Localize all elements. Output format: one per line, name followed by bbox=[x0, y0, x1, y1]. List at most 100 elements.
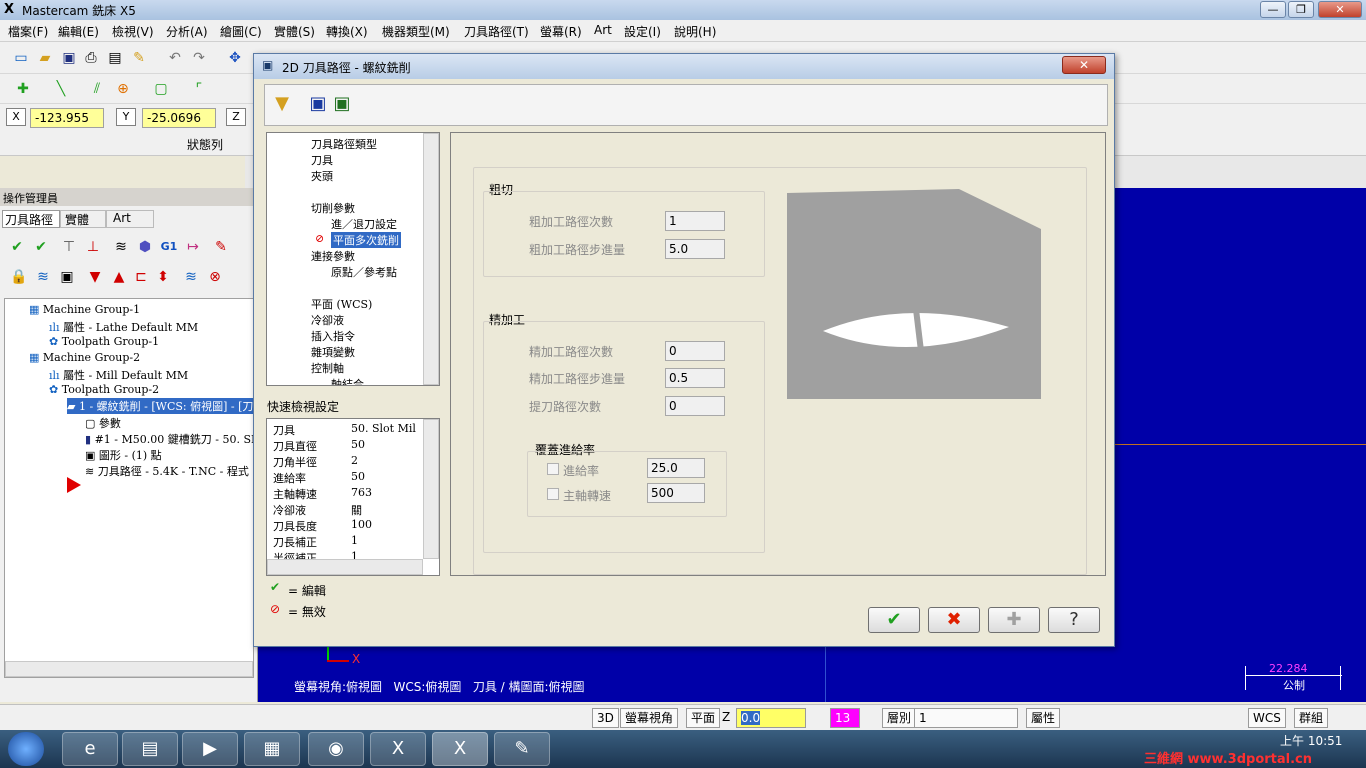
groups-button[interactable]: 群組 bbox=[1294, 708, 1329, 728]
param-lead-in-out[interactable]: 進／退刀設定 bbox=[331, 216, 397, 232]
point-icon[interactable]: ✚ bbox=[14, 80, 32, 98]
y-button[interactable]: Y bbox=[116, 108, 136, 126]
wcs-button[interactable]: WCS bbox=[1248, 708, 1286, 728]
param-planes[interactable]: 平面 (WCS) bbox=[311, 296, 372, 312]
explorer-icon[interactable]: ▤ bbox=[122, 732, 178, 766]
menu-settings[interactable]: 設定(I) bbox=[624, 23, 661, 40]
color-button[interactable]: 13 bbox=[830, 708, 860, 728]
level-input[interactable]: 1 bbox=[914, 708, 1018, 728]
regen-dirty-icon[interactable]: ⊥ bbox=[84, 238, 102, 256]
print-icon[interactable]: ⎙ bbox=[82, 49, 100, 67]
quick-view-hscrollbar[interactable] bbox=[267, 559, 423, 575]
paint-icon[interactable]: ▦ bbox=[244, 732, 300, 766]
tab-solids[interactable]: 實體 bbox=[60, 210, 106, 228]
tree-geometry[interactable]: ▣ 圖形 - (1) 點 bbox=[85, 447, 162, 463]
param-toolpath-type[interactable]: 刀具路徑類型 bbox=[311, 136, 377, 152]
menu-toolpaths[interactable]: 刀具路徑(T) bbox=[464, 23, 529, 40]
tree-hscrollbar[interactable] bbox=[5, 661, 253, 677]
select-all-icon[interactable]: ✔ bbox=[8, 238, 26, 256]
menu-transform[interactable]: 轉換(X) bbox=[326, 23, 368, 40]
circle-icon[interactable]: ⊕ bbox=[114, 80, 132, 98]
param-misc-values[interactable]: 雜項變數 bbox=[311, 344, 355, 360]
lift-passes-input[interactable]: 0 bbox=[665, 396, 725, 416]
post-icon[interactable]: G1 bbox=[160, 238, 178, 256]
y-input[interactable]: -25.0696 bbox=[142, 108, 216, 128]
wave-icon[interactable]: ≋ bbox=[34, 268, 52, 286]
param-home-ref[interactable]: 原點／參考點 bbox=[331, 264, 397, 280]
tab-art[interactable]: Art bbox=[106, 210, 154, 228]
tree-props-lathe[interactable]: ılı 屬性 - Lathe Default MM bbox=[49, 319, 198, 335]
tool-icon[interactable]: ▼ bbox=[273, 95, 291, 113]
param-tool[interactable]: 刀具 bbox=[311, 152, 333, 168]
z-depth-input[interactable]: 0.0 bbox=[736, 708, 806, 728]
tab-toolpaths[interactable]: 刀具路徑 bbox=[2, 210, 60, 228]
finish-step-input[interactable]: 0.5 bbox=[665, 368, 725, 388]
save-icon[interactable]: ▣ bbox=[309, 95, 327, 113]
menu-screen[interactable]: 螢幕(R) bbox=[540, 23, 582, 40]
tree-toolpath-file[interactable]: ≋ 刀具路徑 - 5.4K - T.NC - 程式 bbox=[85, 463, 249, 479]
tree-tool[interactable]: ▮ #1 - M50.00 鍵槽銑刀 - 50. SL bbox=[85, 431, 258, 447]
param-linking[interactable]: 連接參數 bbox=[311, 248, 355, 264]
tree-toolpath-group-1[interactable]: ✿ Toolpath Group-1 bbox=[49, 335, 159, 348]
excel-icon[interactable]: X bbox=[370, 732, 426, 766]
cancel-button[interactable]: ✖ bbox=[928, 607, 980, 633]
open-folder-icon[interactable]: ▰ bbox=[36, 49, 54, 67]
tree-operation-thread-mill[interactable]: ▰ 1 - 螺紋銑削 - [WCS: 俯視圖] - [刀 bbox=[67, 398, 255, 414]
regen-icon[interactable]: ✔ bbox=[32, 238, 50, 256]
brush-icon[interactable]: ✎ bbox=[130, 49, 148, 67]
toolpath-icon[interactable]: ≋ bbox=[112, 238, 130, 256]
highfeed-icon[interactable]: ↦ bbox=[184, 238, 202, 256]
z-button[interactable]: Z bbox=[226, 108, 246, 126]
menu-file[interactable]: 檔案(F) bbox=[8, 23, 48, 40]
backplot-icon[interactable]: ⊤ bbox=[60, 238, 78, 256]
insert-arrow-icon[interactable]: ⊏ bbox=[132, 268, 150, 286]
display-icon[interactable]: ▣ bbox=[58, 268, 76, 286]
line-icon[interactable]: ╲ bbox=[52, 80, 70, 98]
param-tree-scrollbar[interactable] bbox=[423, 133, 439, 385]
mastercam-icon[interactable]: X bbox=[432, 732, 488, 766]
palette-icon[interactable]: ✎ bbox=[494, 732, 550, 766]
menu-view[interactable]: 檢視(V) bbox=[112, 23, 154, 40]
param-holder[interactable]: 夾頭 bbox=[311, 168, 333, 184]
help-button[interactable]: ? bbox=[1048, 607, 1100, 633]
updown-icon[interactable]: ⬍ bbox=[154, 268, 172, 286]
media-player-icon[interactable]: ▶ bbox=[182, 732, 238, 766]
override-spindle-input[interactable]: 500 bbox=[647, 483, 705, 503]
override-feed-input[interactable]: 25.0 bbox=[647, 458, 705, 478]
menu-draw[interactable]: 繪圖(C) bbox=[220, 23, 262, 40]
param-coolant[interactable]: 冷卻液 bbox=[311, 312, 344, 328]
menu-art[interactable]: Art bbox=[594, 23, 612, 37]
param-canned-text[interactable]: 插入指令 bbox=[311, 328, 355, 344]
close-button[interactable]: ✕ bbox=[1318, 1, 1362, 18]
dialog-close-button[interactable]: ✕ bbox=[1062, 56, 1106, 74]
new-file-icon[interactable]: ▭ bbox=[12, 49, 30, 67]
apply-button[interactable]: ✚ bbox=[988, 607, 1040, 633]
3d-button[interactable]: 3D bbox=[592, 708, 619, 728]
tree-machine-group-1[interactable]: ▦ Machine Group-1 bbox=[29, 303, 140, 316]
move-icon[interactable]: ✥ bbox=[226, 49, 244, 67]
menu-help[interactable]: 說明(H) bbox=[674, 23, 716, 40]
param-multi-pass[interactable]: 平面多次銑削 bbox=[331, 232, 401, 248]
screen-view-button[interactable]: 螢幕視角 bbox=[620, 708, 679, 728]
override-spindle-checkbox[interactable] bbox=[547, 488, 559, 500]
menu-solids[interactable]: 實體(S) bbox=[274, 23, 315, 40]
firefox-icon[interactable]: ◉ bbox=[308, 732, 364, 766]
only-display-icon[interactable]: ≋ bbox=[182, 268, 200, 286]
tree-toolpath-group-2[interactable]: ✿ Toolpath Group-2 bbox=[49, 383, 159, 396]
ie-icon[interactable]: e bbox=[62, 732, 118, 766]
attributes-button[interactable]: 屬性 bbox=[1026, 708, 1061, 728]
param-axis-combo[interactable]: 軸結合 bbox=[331, 376, 364, 385]
save-icon[interactable]: ▣ bbox=[60, 49, 78, 67]
menu-analyze[interactable]: 分析(A) bbox=[166, 23, 208, 40]
rectangle-icon[interactable]: ▢ bbox=[152, 80, 170, 98]
level-button[interactable]: 層別 bbox=[882, 708, 917, 728]
menu-machine-type[interactable]: 機器類型(M) bbox=[382, 23, 450, 40]
quick-view-scrollbar[interactable] bbox=[423, 419, 439, 559]
insert-arrow-icon[interactable] bbox=[67, 477, 81, 493]
tree-parameters[interactable]: ▢ 參數 bbox=[85, 415, 121, 431]
plane-button[interactable]: 平面 bbox=[686, 708, 721, 728]
help-icon[interactable]: ⊗ bbox=[206, 268, 224, 286]
maximize-button[interactable]: ❐ bbox=[1288, 1, 1314, 18]
preview-icon[interactable]: ▤ bbox=[106, 49, 124, 67]
ok-button[interactable]: ✔ bbox=[868, 607, 920, 633]
